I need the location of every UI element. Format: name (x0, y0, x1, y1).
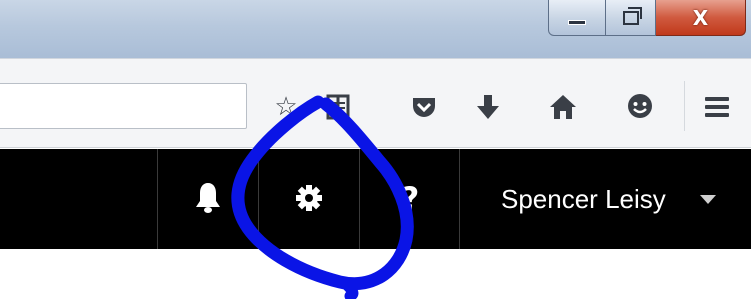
caret-down-icon (699, 194, 716, 204)
help-button[interactable]: ? (360, 149, 460, 249)
settings-button[interactable] (259, 149, 359, 249)
url-bar[interactable] (0, 83, 247, 129)
bell-icon (194, 181, 222, 218)
window-controls: X (548, 0, 746, 40)
help-icon: ? (400, 180, 420, 218)
close-button[interactable]: X (656, 0, 746, 36)
downloads-icon[interactable] (470, 89, 506, 125)
minimize-button[interactable] (548, 0, 606, 36)
reading-list-icon[interactable] (320, 89, 356, 125)
site-navbar: ? Spencer Leisy (0, 149, 751, 249)
pocket-icon[interactable] (406, 89, 442, 125)
notifications-button[interactable] (158, 149, 258, 249)
menu-icon[interactable] (699, 89, 735, 125)
home-icon[interactable] (545, 89, 581, 125)
user-name: Spencer Leisy (501, 183, 666, 214)
bookmark-star-icon[interactable]: ☆ (268, 89, 304, 125)
browser-toolbar: ☆ (0, 58, 751, 148)
hello-chat-icon[interactable] (622, 89, 658, 125)
window-titlebar: X (0, 0, 751, 58)
restore-button[interactable] (606, 0, 656, 36)
restore-icon (622, 6, 642, 25)
minimize-icon (568, 20, 586, 25)
user-menu[interactable]: Spencer Leisy (460, 149, 751, 249)
close-icon: X (692, 5, 709, 30)
toolbar-separator (684, 81, 685, 131)
gear-icon (294, 183, 324, 216)
